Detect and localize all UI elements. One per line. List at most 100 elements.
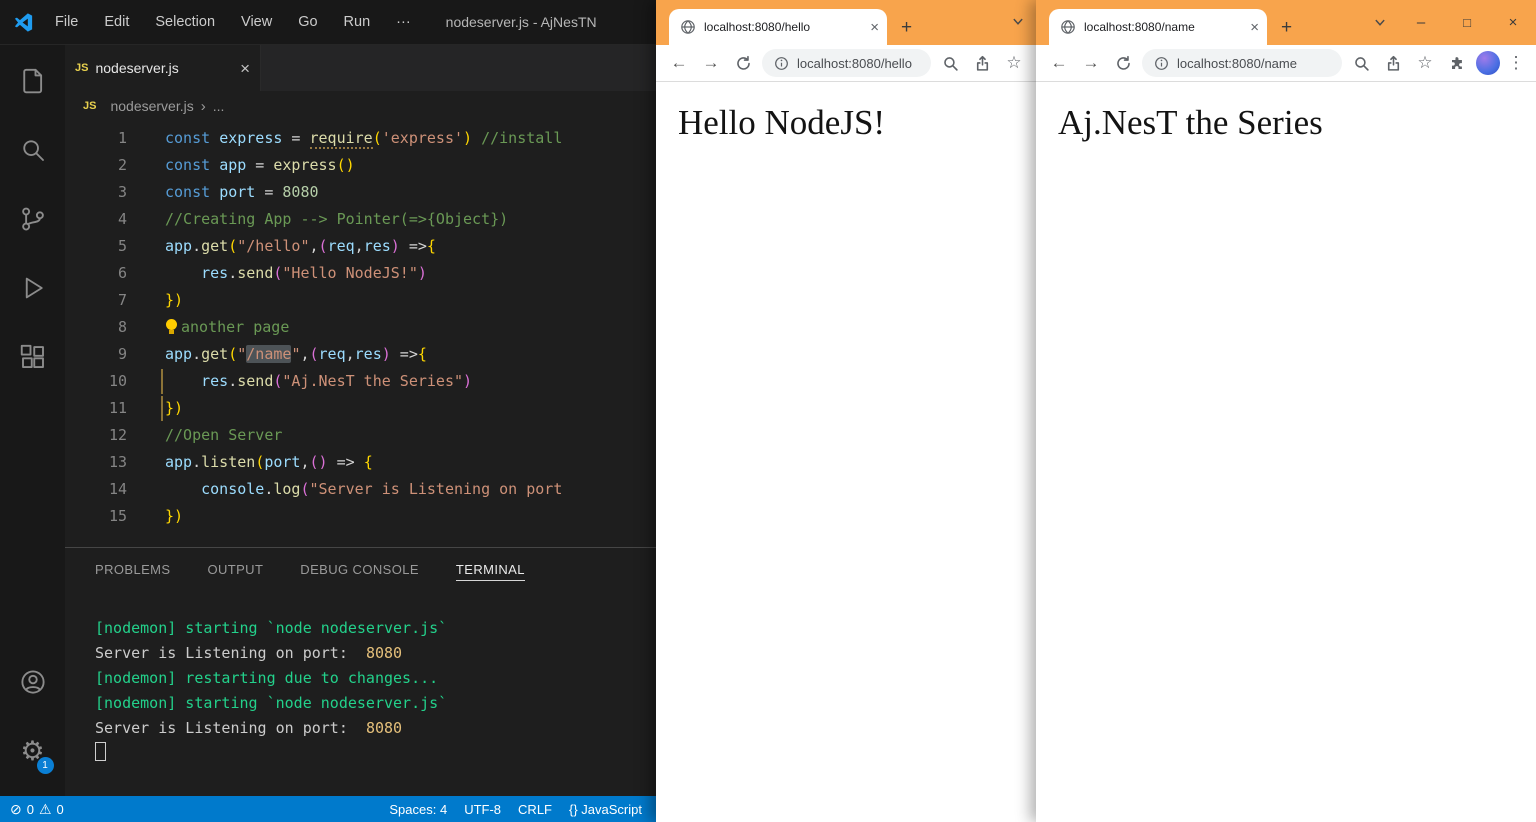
panel-tab-problems[interactable]: PROBLEMS bbox=[95, 558, 170, 581]
code-token: } bbox=[165, 399, 174, 417]
code-line[interactable]: 9app.get("/name",(req,res) =>{ bbox=[65, 341, 660, 368]
code-token: const bbox=[165, 129, 219, 147]
breadcrumb[interactable]: JS nodeserver.js › ... bbox=[65, 91, 660, 121]
code-line[interactable]: 13app.listen(port,() => { bbox=[65, 449, 660, 476]
profile-avatar[interactable] bbox=[1476, 51, 1500, 75]
line-number: 10 bbox=[65, 368, 127, 395]
chevron-down-icon[interactable] bbox=[1012, 13, 1024, 31]
forward-button[interactable]: → bbox=[698, 53, 724, 73]
menu-item-edit[interactable]: Edit bbox=[91, 0, 142, 45]
code-editor[interactable]: 1const express = require('express') //in… bbox=[65, 121, 660, 547]
address-bar[interactable]: localhost:8080/name bbox=[1142, 49, 1342, 77]
panel-tab-output[interactable]: OUTPUT bbox=[207, 558, 263, 581]
maximize-button[interactable]: □ bbox=[1444, 0, 1490, 45]
code-line[interactable]: 4//Creating App --> Pointer(=>{Object}) bbox=[65, 206, 660, 233]
menu-item-go[interactable]: Go bbox=[285, 0, 330, 45]
code-token: { bbox=[418, 345, 427, 363]
code-token: //install bbox=[481, 129, 562, 147]
line-number: 1 bbox=[65, 125, 127, 152]
zoom-icon[interactable] bbox=[937, 55, 963, 72]
reload-button[interactable] bbox=[730, 55, 756, 72]
menu-item-view[interactable]: View bbox=[228, 0, 285, 45]
code-token: ) bbox=[391, 237, 400, 255]
zoom-icon[interactable] bbox=[1348, 55, 1374, 72]
code-line[interactable]: 6 res.send("Hello NodeJS!") bbox=[65, 260, 660, 287]
line-number: 6 bbox=[65, 260, 127, 287]
code-line[interactable]: 3const port = 8080 bbox=[65, 179, 660, 206]
menu-item-selection[interactable]: Selection bbox=[142, 0, 228, 45]
back-button[interactable]: ← bbox=[1046, 53, 1072, 73]
chevron-down-icon[interactable] bbox=[1374, 14, 1386, 32]
code-line[interactable]: 15}) bbox=[65, 503, 660, 530]
editor-tab-nodeserver[interactable]: JS nodeserver.js × bbox=[65, 45, 261, 91]
forward-button[interactable]: → bbox=[1078, 53, 1104, 73]
terminal[interactable]: [nodemon] starting `node nodeserver.js`S… bbox=[65, 590, 660, 766]
status-item-crlf[interactable]: CRLF bbox=[518, 802, 552, 817]
breadcrumb-file[interactable]: nodeserver.js bbox=[110, 98, 193, 114]
code-line[interactable]: 14 console.log("Server is Listening on p… bbox=[65, 476, 660, 503]
code-line[interactable]: 12//Open Server bbox=[65, 422, 660, 449]
bookmark-star-icon[interactable]: ☆ bbox=[1412, 53, 1438, 73]
bottom-panel: PROBLEMS OUTPUT DEBUG CONSOLE TERMINAL [nod… bbox=[65, 547, 660, 796]
tab-close-icon[interactable]: × bbox=[240, 60, 250, 77]
minimize-button[interactable]: – bbox=[1398, 0, 1444, 45]
window-title: nodeserver.js - AjNesTN bbox=[446, 14, 597, 30]
status-item-utf-8[interactable]: UTF-8 bbox=[464, 802, 501, 817]
code-token: ( bbox=[319, 237, 328, 255]
code-line[interactable]: 11}) bbox=[65, 395, 660, 422]
menu-item-run[interactable]: Run bbox=[331, 0, 384, 45]
code-text: }) bbox=[165, 503, 183, 530]
account-icon[interactable] bbox=[9, 658, 57, 706]
code-token: ) bbox=[418, 264, 427, 282]
code-line[interactable]: 10 res.send("Aj.NesT the Series") bbox=[65, 368, 660, 395]
menu-item-file[interactable]: File bbox=[42, 0, 91, 45]
code-token: express bbox=[219, 129, 282, 147]
code-line[interactable]: 5app.get("/hello",(req,res) =>{ bbox=[65, 233, 660, 260]
code-line[interactable]: 7}) bbox=[65, 287, 660, 314]
share-icon[interactable] bbox=[969, 55, 995, 72]
status-item-spaces-4[interactable]: Spaces: 4 bbox=[389, 802, 447, 817]
tab-close-icon[interactable]: × bbox=[1250, 20, 1259, 35]
panel-tab-terminal[interactable]: TERMINAL bbox=[456, 558, 525, 581]
tab-close-icon[interactable]: × bbox=[870, 20, 879, 35]
extensions-icon[interactable] bbox=[9, 333, 57, 381]
url-text[interactable]: localhost:8080/hello bbox=[797, 56, 912, 71]
code-text: res.send("Aj.NesT the Series") bbox=[165, 368, 472, 395]
code-token: { bbox=[364, 453, 373, 471]
search-icon[interactable] bbox=[9, 126, 57, 174]
terminal-text: [nodemon] starting `node nodeserver.js` bbox=[95, 694, 447, 712]
reload-button[interactable] bbox=[1110, 55, 1136, 72]
browser-tab-hello[interactable]: localhost:8080/hello × bbox=[669, 9, 887, 45]
code-token: send bbox=[237, 264, 273, 282]
browser-tab-name[interactable]: localhost:8080/name × bbox=[1049, 9, 1267, 45]
new-tab-button[interactable]: + bbox=[1281, 18, 1292, 37]
bookmark-star-icon[interactable]: ☆ bbox=[1001, 53, 1027, 73]
back-button[interactable]: ← bbox=[666, 53, 692, 73]
extensions-puzzle-icon[interactable] bbox=[1444, 55, 1470, 72]
new-tab-button[interactable]: + bbox=[901, 18, 912, 37]
problems-status[interactable]: ⊘ 0 ⚠ 0 bbox=[0, 801, 64, 818]
source-control-icon[interactable] bbox=[9, 195, 57, 243]
warnings-icon: ⚠ bbox=[39, 801, 52, 818]
code-token: = bbox=[246, 156, 273, 174]
code-line[interactable]: 8another page bbox=[65, 314, 660, 341]
settings-gear-icon[interactable]: ⚙ 1 bbox=[9, 727, 57, 775]
menu-item-more[interactable]: ··· bbox=[383, 0, 424, 45]
explorer-icon[interactable] bbox=[9, 57, 57, 105]
lightbulb-icon[interactable] bbox=[165, 318, 178, 335]
url-text[interactable]: localhost:8080/name bbox=[1177, 56, 1297, 71]
browser-menu-icon[interactable]: ⋮ bbox=[1506, 53, 1526, 73]
code-line[interactable]: 2const app = express() bbox=[65, 152, 660, 179]
address-bar[interactable]: localhost:8080/hello bbox=[762, 49, 931, 77]
share-icon[interactable] bbox=[1380, 55, 1406, 72]
close-window-button[interactable]: × bbox=[1490, 0, 1536, 45]
panel-tab-debug-console[interactable]: DEBUG CONSOLE bbox=[300, 558, 419, 581]
code-token: ) bbox=[174, 507, 183, 525]
terminal-cursor[interactable] bbox=[95, 742, 106, 761]
code-line[interactable]: 1const express = require('express') //in… bbox=[65, 125, 660, 152]
code-token: () bbox=[310, 453, 328, 471]
errors-icon: ⊘ bbox=[10, 801, 22, 818]
breadcrumb-ellipsis[interactable]: ... bbox=[213, 98, 225, 114]
status-item-javascript[interactable]: {} JavaScript bbox=[569, 802, 642, 817]
run-debug-icon[interactable] bbox=[9, 264, 57, 312]
